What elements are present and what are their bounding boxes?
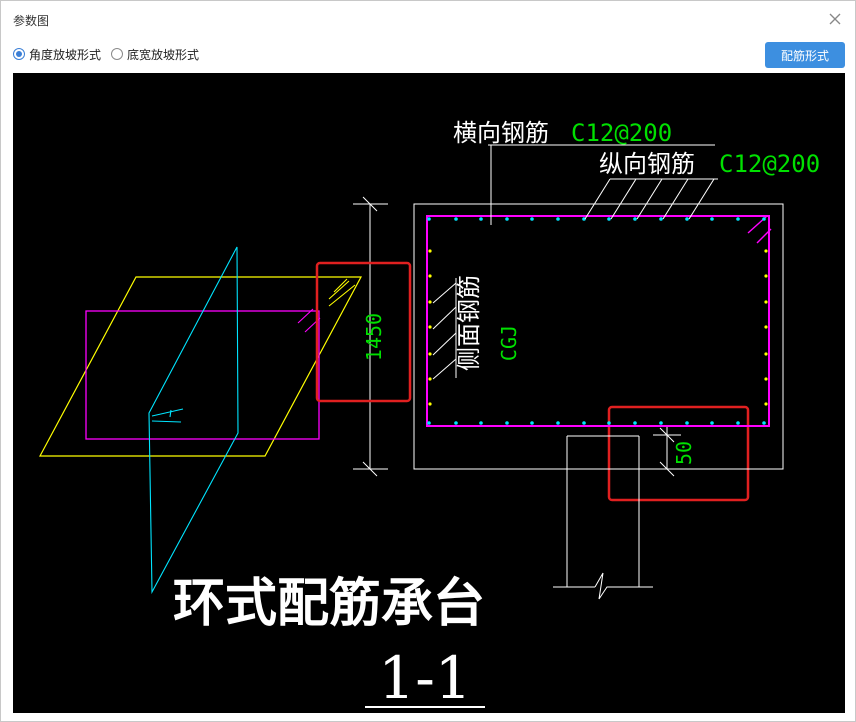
pile-below — [553, 435, 653, 600]
section-label: 1-1 — [378, 644, 471, 712]
height-dim-label: 1450 — [362, 313, 386, 361]
transverse-rebar-label: 横向钢筋 — [453, 119, 549, 147]
titlebar: 参数图 — [1, 1, 855, 39]
parameter-dialog: 参数图 角度放坡形式 底宽放坡形式 配筋形式 1450 横向钢筋 C12@200… — [0, 0, 856, 722]
longitudinal-rebar-spec: C12@200 — [719, 150, 820, 178]
side-rebar-code: CGJ — [497, 325, 521, 361]
radio-unchecked-icon[interactable] — [111, 48, 123, 60]
drawing-canvas: 1450 横向钢筋 C12@200 纵向钢筋 C12@200 侧面钢筋 CGJ … — [13, 73, 845, 713]
radio-bottom-width-slope[interactable]: 底宽放坡形式 — [111, 46, 199, 62]
close-icon[interactable] — [825, 9, 845, 29]
side-rebar-label: 侧面钢筋 — [455, 275, 483, 371]
transverse-rebar-spec: C12@200 — [571, 119, 672, 147]
side-rebar-leader: 侧面钢筋 CGJ — [432, 275, 521, 380]
longitudinal-rebar-leader: 纵向钢筋 C12@200 — [584, 150, 820, 220]
longitudinal-rebar-label: 纵向钢筋 — [599, 150, 695, 178]
pile-cap-3d-schematic — [38, 246, 363, 595]
cover-dim-label: 50 — [672, 441, 696, 465]
radio-angle-slope-label: 角度放坡形式 — [29, 47, 102, 62]
drawing-main-title: 环式配筋承台 — [173, 574, 485, 634]
height-dimension: 1450 — [353, 196, 388, 477]
cad-drawing: 1450 横向钢筋 C12@200 纵向钢筋 C12@200 侧面钢筋 CGJ … — [38, 119, 820, 712]
rebar-form-button[interactable]: 配筋形式 — [765, 42, 845, 68]
toolbar: 角度放坡形式 底宽放坡形式 配筋形式 — [1, 39, 855, 71]
radio-bottom-width-slope-label: 底宽放坡形式 — [127, 47, 200, 62]
radio-checked-icon[interactable] — [13, 48, 25, 60]
radio-angle-slope[interactable]: 角度放坡形式 — [13, 46, 101, 62]
dialog-title: 参数图 — [13, 14, 50, 28]
